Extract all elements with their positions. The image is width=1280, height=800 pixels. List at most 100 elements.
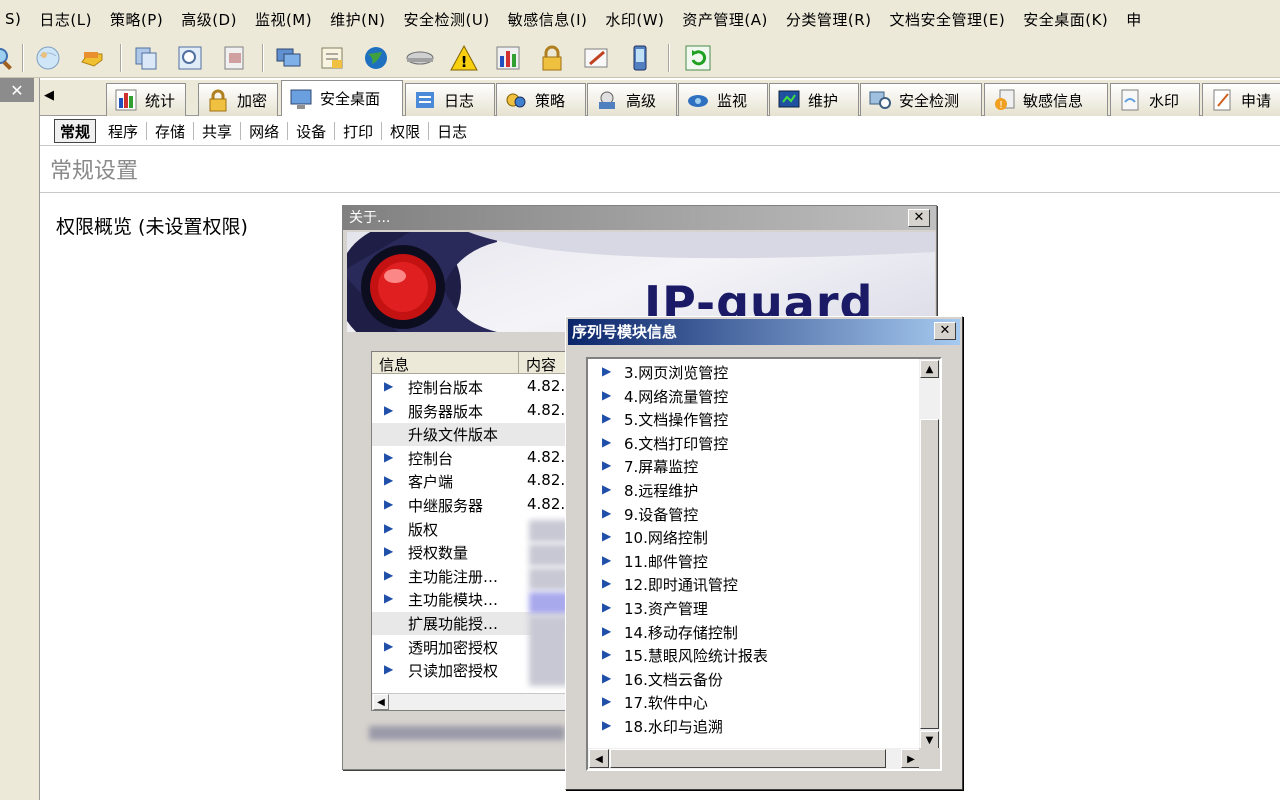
menu-item[interactable]: 监视(M) — [246, 9, 321, 30]
expand-arrow-icon[interactable]: ▶ — [384, 521, 393, 535]
expand-arrow-icon[interactable]: ▶ — [384, 450, 393, 464]
network-globe-icon[interactable] — [360, 42, 392, 74]
expand-arrow-icon[interactable]: ▶ — [384, 473, 393, 487]
globe-icon[interactable] — [32, 42, 64, 74]
serial-module-item[interactable]: ▶ 7.屏幕监控 — [588, 455, 918, 478]
module-tab[interactable]: 申请 — [1202, 83, 1280, 116]
sub-tab[interactable]: 常规 — [54, 119, 97, 143]
info-row[interactable]: ▶ 客户端 4.82. — [372, 470, 570, 493]
sub-tab[interactable]: 权限 — [382, 122, 430, 141]
expand-arrow-icon[interactable]: ▶ — [602, 600, 611, 614]
hand-icon[interactable] — [76, 42, 108, 74]
info-row[interactable]: ▶ 中继服务器 4.82. — [372, 494, 570, 517]
expand-arrow-icon[interactable]: ▶ — [602, 435, 611, 449]
serial-module-item[interactable]: ▶ 14.移动存储控制 — [588, 621, 918, 644]
expand-arrow-icon[interactable]: ▶ — [384, 379, 393, 393]
module-tab[interactable]: ! 敏感信息 — [984, 83, 1108, 116]
menu-item[interactable]: 安全桌面(K) — [1014, 9, 1117, 30]
serial-module-item[interactable]: ▶ 6.文档打印管控 — [588, 432, 918, 455]
module-tab[interactable]: 安全检测 — [860, 83, 982, 116]
expand-arrow-icon[interactable]: ▶ — [602, 576, 611, 590]
module-tab[interactable]: 策略 — [496, 83, 586, 116]
zoom-icon[interactable] — [174, 42, 206, 74]
expand-arrow-icon[interactable]: ▶ — [602, 553, 611, 567]
info-scroll-left-icon[interactable]: ◀ — [373, 694, 389, 710]
expand-arrow-icon[interactable]: ▶ — [602, 647, 611, 661]
sub-tab[interactable]: 共享 — [194, 122, 242, 141]
expand-arrow-icon[interactable]: ▶ — [602, 411, 611, 425]
module-tab[interactable]: 日志 — [405, 83, 495, 116]
info-row[interactable]: 升级文件版本 — [372, 423, 570, 447]
module-tab[interactable]: 维护 — [769, 83, 859, 116]
sub-tab[interactable]: 日志 — [429, 122, 475, 141]
module-tab[interactable]: 统计 — [106, 83, 186, 116]
serial-module-item[interactable]: ▶ 10.网络控制 — [588, 526, 918, 549]
scroll-up-icon[interactable]: ▲ — [920, 360, 939, 378]
expand-arrow-icon[interactable]: ▶ — [602, 506, 611, 520]
expand-arrow-icon[interactable]: ▶ — [602, 388, 611, 402]
expand-arrow-icon[interactable]: ▶ — [384, 497, 393, 511]
menu-item[interactable]: 资产管理(A) — [673, 9, 776, 30]
serial-close-button[interactable]: ✕ — [934, 322, 956, 340]
menu-item[interactable]: 文档安全管理(E) — [881, 9, 1015, 30]
module-tab[interactable]: 高级 — [587, 83, 677, 116]
menu-item[interactable]: 申 — [1117, 9, 1151, 30]
menu-item[interactable]: 分类管理(R) — [777, 9, 881, 30]
menu-item[interactable]: 高级(D) — [172, 9, 246, 30]
scroll-down-icon[interactable]: ▼ — [920, 731, 939, 749]
vertical-scrollbar[interactable]: ▲ ▼ — [919, 359, 940, 749]
expand-arrow-icon[interactable]: ▶ — [602, 671, 611, 685]
mobile-icon[interactable] — [624, 42, 656, 74]
serial-module-item[interactable]: ▶ 5.文档操作管控 — [588, 408, 918, 431]
scroll-left-icon[interactable]: ◀ — [589, 749, 609, 768]
computers-icon[interactable] — [272, 42, 304, 74]
serial-module-item[interactable]: ▶ 13.资产管理 — [588, 597, 918, 620]
scroll-right-icon[interactable]: ▶ — [901, 749, 921, 768]
serial-module-item[interactable]: ▶ 16.文档云备份 — [588, 668, 918, 691]
menu-item[interactable]: 敏感信息(I) — [499, 9, 597, 30]
refresh-icon[interactable] — [682, 42, 714, 74]
expand-arrow-icon[interactable]: ▶ — [602, 624, 611, 638]
menu-item[interactable]: 水印(W) — [596, 9, 673, 30]
module-tab[interactable]: 水印 — [1110, 83, 1200, 116]
close-icon[interactable]: ✕ — [0, 78, 34, 102]
expand-arrow-icon[interactable]: ▶ — [602, 364, 611, 378]
document-icon[interactable] — [218, 42, 250, 74]
serial-module-item[interactable]: ▶ 3.网页浏览管控 — [588, 361, 918, 384]
menu-item[interactable]: 维护(N) — [321, 9, 394, 30]
serial-module-item[interactable]: ▶ 8.远程维护 — [588, 479, 918, 502]
tab-scroll-left-icon[interactable]: ◀ — [44, 88, 54, 103]
expand-arrow-icon[interactable]: ▶ — [384, 591, 393, 605]
chart-icon[interactable] — [492, 42, 524, 74]
sub-tab[interactable]: 程序 — [100, 122, 148, 141]
serial-module-item[interactable]: ▶ 9.设备管控 — [588, 503, 918, 526]
sub-tab[interactable]: 存储 — [147, 122, 195, 141]
expand-arrow-icon[interactable]: ▶ — [602, 458, 611, 472]
expand-arrow-icon[interactable]: ▶ — [602, 529, 611, 543]
module-tab[interactable]: 监视 — [678, 83, 768, 116]
expand-arrow-icon[interactable]: ▶ — [384, 403, 393, 417]
expand-arrow-icon[interactable]: ▶ — [384, 639, 393, 653]
menu-item[interactable]: 安全检测(U) — [395, 9, 499, 30]
serial-module-item[interactable]: ▶ 15.慧眼风险统计报表 — [588, 644, 918, 667]
info-horizontal-scrollbar[interactable]: ◀ — [372, 693, 570, 710]
info-column-header[interactable]: 信息 — [379, 354, 409, 375]
serial-module-item[interactable]: ▶ 12.即时通讯管控 — [588, 573, 918, 596]
copy-icon[interactable] — [130, 42, 162, 74]
expand-arrow-icon[interactable]: ▶ — [602, 482, 611, 496]
list-icon[interactable] — [316, 42, 348, 74]
menu-item[interactable]: 日志(L) — [30, 9, 101, 30]
disk-icon[interactable] — [404, 42, 436, 74]
info-row[interactable]: ▶ 服务器版本 4.82. — [372, 400, 570, 423]
horizontal-scroll-thumb[interactable] — [610, 749, 886, 768]
serial-module-item[interactable]: ▶ 4.网络流量管控 — [588, 385, 918, 408]
search-icon[interactable] — [0, 42, 18, 74]
lock-icon[interactable] — [536, 42, 568, 74]
serial-module-item[interactable]: ▶ 11.邮件管控 — [588, 550, 918, 573]
info-row[interactable]: ▶ 控制台 4.82. — [372, 447, 570, 470]
content-column-header[interactable]: 内容 — [526, 354, 556, 375]
sub-tab[interactable]: 网络 — [241, 122, 289, 141]
vertical-scroll-thumb[interactable] — [920, 419, 939, 729]
sub-tab[interactable]: 打印 — [335, 122, 383, 141]
sub-tab[interactable]: 设备 — [288, 122, 336, 141]
